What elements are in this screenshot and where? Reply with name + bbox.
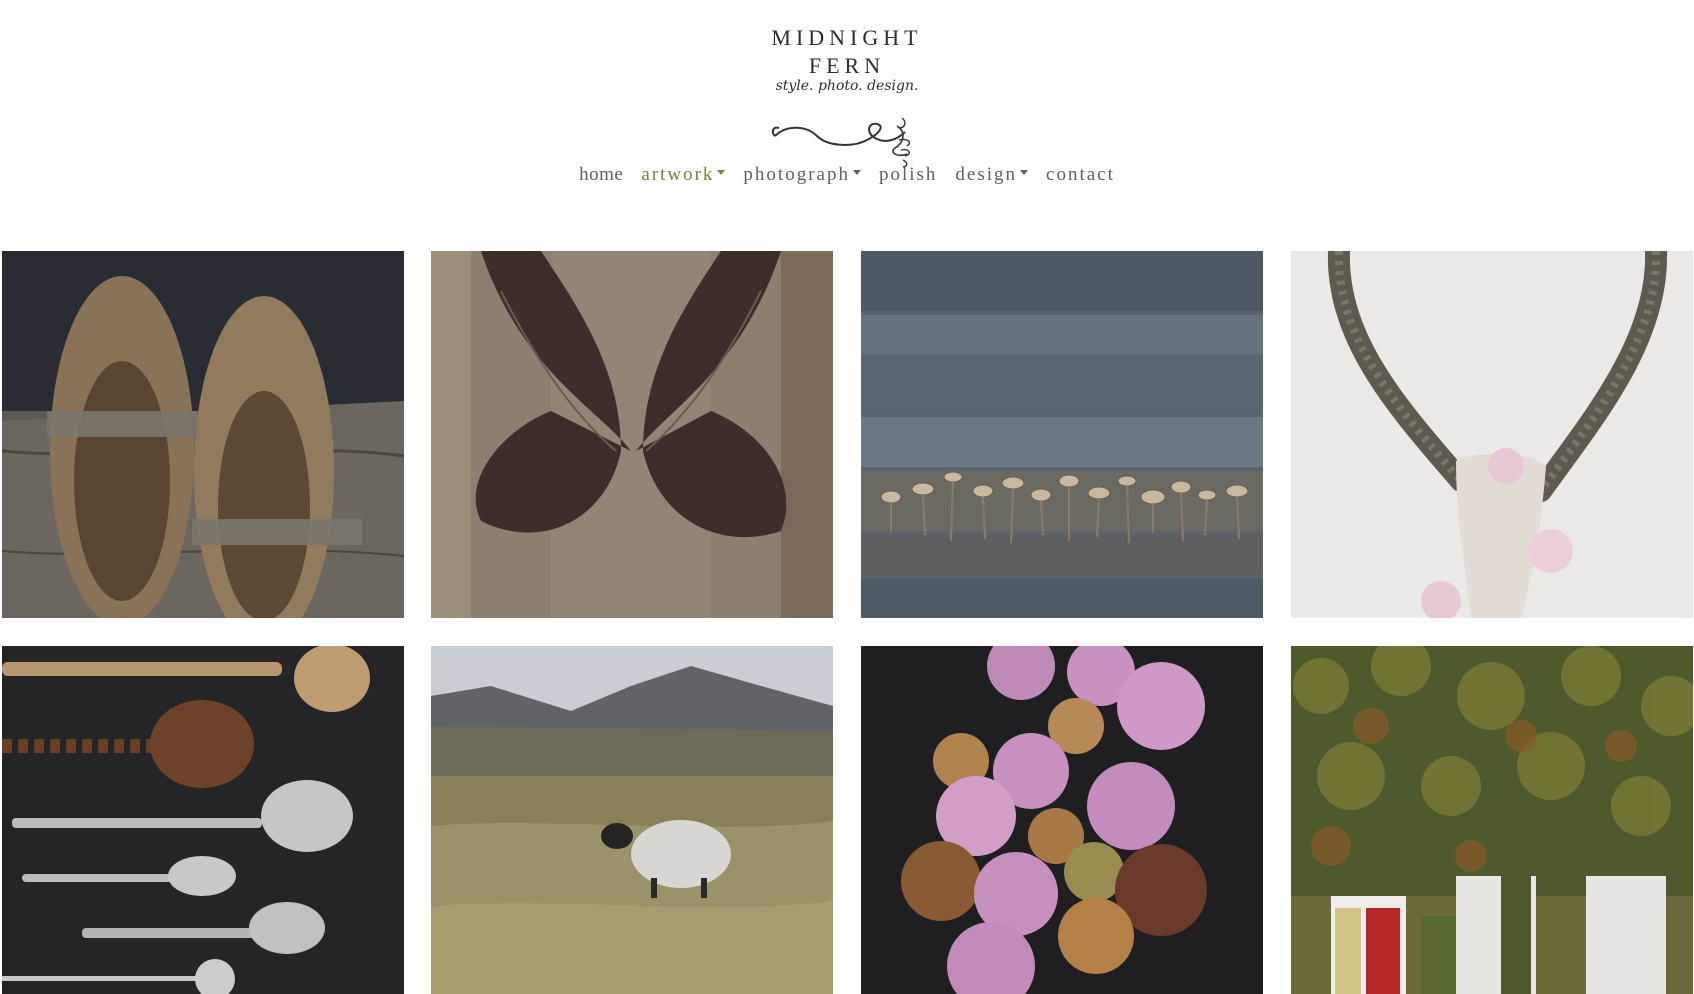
- nav-photograph[interactable]: photograph: [743, 163, 861, 187]
- nav-polish[interactable]: polish: [879, 163, 937, 187]
- gallery-image-spoons[interactable]: [2, 646, 404, 994]
- nav-photograph-label: photograph: [743, 164, 850, 185]
- nav-artwork[interactable]: artwork: [641, 163, 726, 187]
- chevron-down-icon: [852, 169, 861, 175]
- chevron-down-icon: [1020, 169, 1029, 175]
- gallery-image-wings[interactable]: [431, 251, 833, 618]
- flourish-icon: [771, 117, 911, 168]
- site-logo[interactable]: MIDNIGHT FERN style. photo. design.: [732, 22, 962, 168]
- nav-design[interactable]: design: [955, 163, 1029, 187]
- nav-artwork-label: artwork: [641, 164, 715, 185]
- gallery-image-sheep[interactable]: [431, 646, 833, 994]
- logo-title: MIDNIGHT FERN: [771, 25, 923, 78]
- nav-home[interactable]: home: [579, 163, 623, 187]
- gallery-image-ranunculus[interactable]: [861, 646, 1263, 994]
- chevron-down-icon: [717, 169, 726, 175]
- logo-tagline: style. photo. design.: [775, 78, 919, 94]
- nav-contact[interactable]: contact: [1046, 163, 1115, 187]
- main-nav: home artwork photograph polish design co…: [0, 163, 1694, 187]
- gallery-image-mushrooms[interactable]: [861, 251, 1263, 618]
- nav-contact-label: contact: [1046, 164, 1115, 185]
- page: MIDNIGHT FERN style. photo. design. home…: [0, 0, 1694, 994]
- gallery-image-clogs[interactable]: [2, 251, 404, 618]
- nav-home-label: home: [579, 164, 624, 185]
- gallery-image-ivy-house[interactable]: [1291, 646, 1693, 994]
- nav-design-label: design: [955, 164, 1018, 185]
- nav-polish-label: polish: [878, 164, 938, 185]
- gallery-image-horns[interactable]: [1291, 251, 1693, 618]
